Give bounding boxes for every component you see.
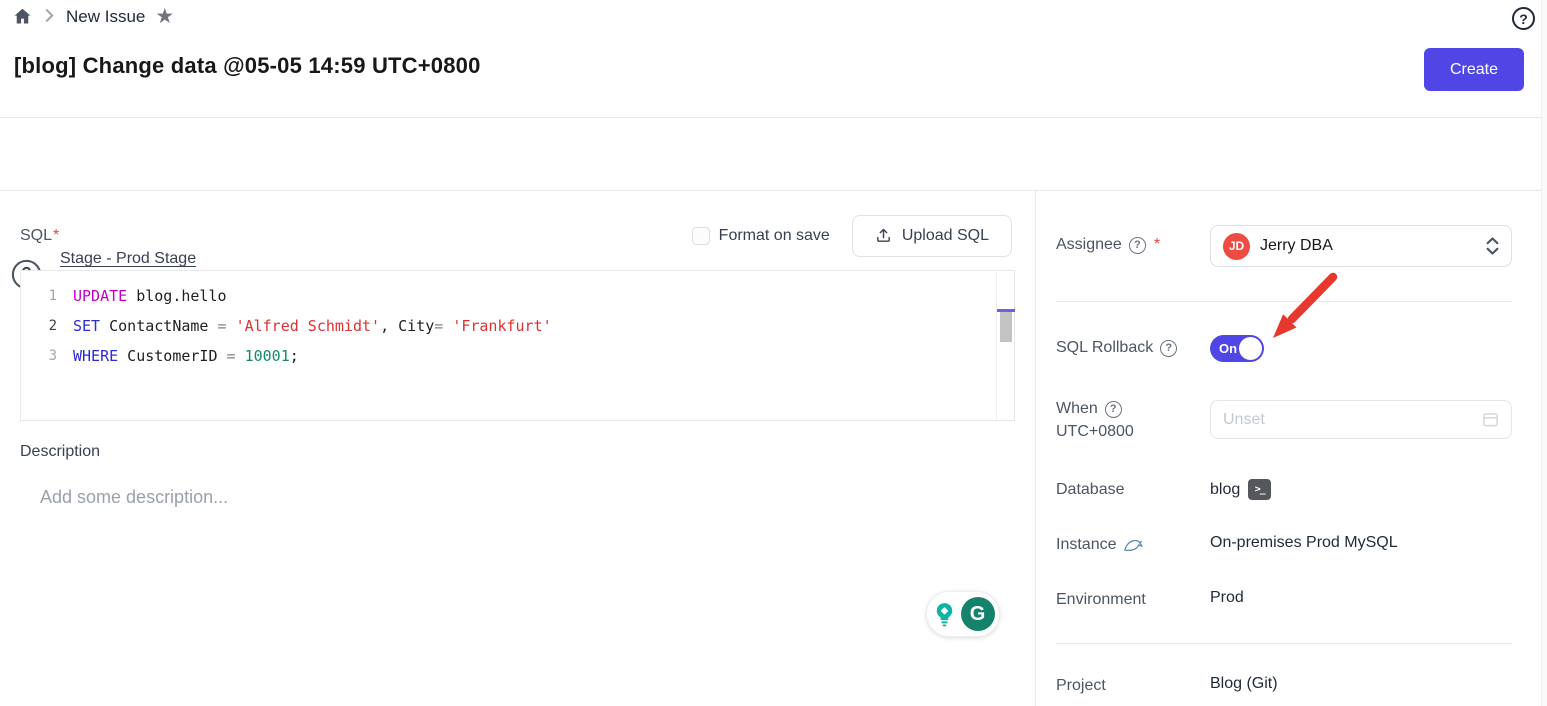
sql-label: SQL* [20,227,59,245]
description-label: Description [20,443,100,461]
code-token: CustomerID [118,347,226,365]
line-number: 3 [21,348,73,364]
assignee-label: Assignee [1056,236,1122,254]
instance-label: Instance [1056,536,1116,554]
issue-sidebar: Assignee ? * JD Jerry DBA SQL Rollback ?… [1036,191,1547,706]
assignee-select[interactable]: JD Jerry DBA [1210,225,1512,267]
code-token [227,317,236,335]
database-value[interactable]: blog [1210,481,1240,499]
main-panel: SQL* Format on save Upload SQL 1UPDATE [0,191,1036,706]
chevron-updown-icon [1486,237,1499,255]
line-number: 1 [21,288,73,304]
code-token: blog.hello [127,287,226,305]
sql-editor[interactable]: 1UPDATE blog.hello2SET ContactName = 'Al… [20,270,1015,421]
assignee-label-row: Assignee ? * [1056,236,1160,254]
code-token [236,347,245,365]
when-datepicker[interactable] [1210,400,1512,439]
database-value-row: blog >_ [1210,479,1271,500]
toggle-knob [1239,337,1262,360]
page-scrollbar[interactable] [1541,0,1547,706]
annotation-arrow [1251,265,1351,357]
mysql-icon [1123,537,1144,553]
format-on-save: Format on save [692,227,830,245]
code-lines: 1UPDATE blog.hello2SET ContactName = 'Al… [21,281,994,371]
code-token: SET [73,317,100,335]
upload-sql-button[interactable]: Upload SQL [852,215,1012,257]
environment-label: Environment [1056,591,1146,609]
code-line[interactable]: 2SET ContactName = 'Alfred Schmidt', Cit… [21,311,994,341]
sql-rollback-toggle[interactable]: On [1210,335,1264,362]
format-on-save-checkbox[interactable] [692,227,710,245]
new-issue-page: New Issue ★ ? [blog] Change data @05-05 … [0,0,1547,706]
code-token: UPDATE [73,287,127,305]
lightbulb-icon [932,601,957,628]
code-token: 'Frankfurt' [452,317,551,335]
help-icon[interactable]: ? [1512,7,1535,30]
code-token: 'Alfred Schmidt' [236,317,381,335]
page-title: [blog] Change data @05-05 14:59 UTC+0800 [14,53,481,79]
chevron-right-icon [45,9,54,25]
editor-scrollbar-thumb[interactable] [1000,312,1012,342]
database-label: Database [1056,481,1125,499]
assignee-avatar: JD [1223,233,1250,260]
upload-label: Upload SQL [902,227,989,245]
divider [1056,643,1512,644]
code-line[interactable]: 1UPDATE blog.hello [21,281,994,311]
stage-strip: Stage - Prod Stage PENDING_APPROVAL(0/1) [0,117,1547,191]
assignee-value: Jerry DBA [1260,237,1333,255]
when-help-icon[interactable]: ? [1105,401,1122,418]
description-input[interactable]: Add some description... [40,487,228,508]
sql-terminal-icon[interactable]: >_ [1248,479,1271,500]
breadcrumb-current[interactable]: New Issue [66,7,145,27]
editor-scrollbar [996,271,1014,420]
code-token: ; [290,347,299,365]
when-timezone: UTC+0800 [1056,423,1134,441]
code-text: SET ContactName = 'Alfred Schmidt', City… [73,317,552,335]
when-label: When [1056,400,1098,418]
line-number: 2 [21,318,73,334]
code-line[interactable]: 3WHERE CustomerID = 10001; [21,341,994,371]
project-value[interactable]: Blog (Git) [1210,675,1278,693]
code-token [443,317,452,335]
grammarly-widget[interactable]: G [926,591,1000,637]
assignee-required: * [1154,236,1160,254]
star-icon[interactable]: ★ [155,6,174,27]
project-label: Project [1056,677,1106,695]
toggle-state-label: On [1219,341,1237,356]
code-token: = [218,317,227,335]
assignee-help-icon[interactable]: ? [1129,237,1146,254]
when-input[interactable] [1223,411,1482,429]
code-token: , City [380,317,434,335]
grammarly-icon: G [961,597,995,631]
rollback-help-icon[interactable]: ? [1160,340,1177,357]
instance-value[interactable]: On-premises Prod MySQL [1210,534,1398,552]
upload-icon [875,227,892,244]
rollback-label: SQL Rollback [1056,339,1153,357]
code-token: WHERE [73,347,118,365]
when-label-row: When ? UTC+0800 [1056,400,1134,441]
code-text: UPDATE blog.hello [73,287,227,305]
code-token: 10001 [245,347,290,365]
breadcrumb: New Issue ★ ? [0,0,1547,40]
create-button[interactable]: Create [1424,48,1524,91]
rollback-label-row: SQL Rollback ? [1056,339,1177,357]
code-token: = [227,347,236,365]
instance-label-row: Instance [1056,536,1144,554]
code-text: WHERE CustomerID = 10001; [73,347,299,365]
home-icon[interactable] [12,6,33,27]
format-on-save-label: Format on save [719,227,830,245]
code-token: ContactName [100,317,217,335]
calendar-icon [1482,411,1499,428]
divider [1056,301,1512,302]
environment-value: Prod [1210,589,1244,607]
code-token: = [434,317,443,335]
required-asterisk: * [53,227,59,244]
